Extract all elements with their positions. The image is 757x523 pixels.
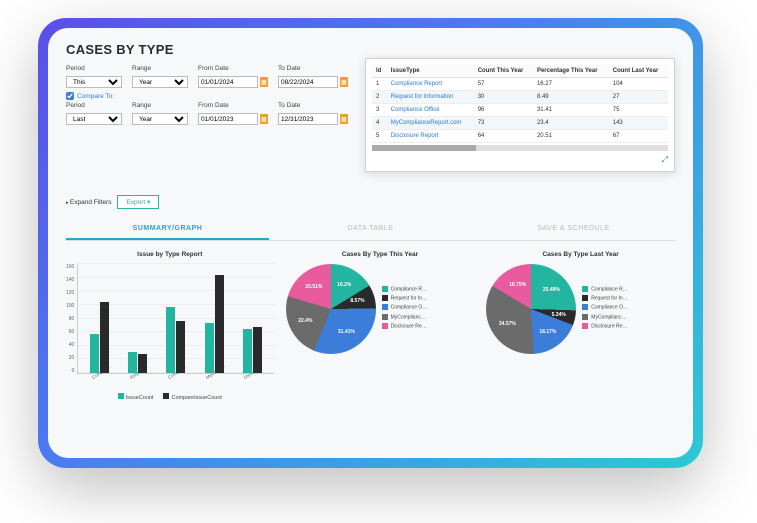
expand-filters-toggle[interactable]: Expand Filters (66, 199, 111, 206)
range2-label: Range (132, 102, 188, 109)
page-title: CASES BY TYPE (66, 42, 675, 57)
calendar-icon[interactable]: ▦ (260, 114, 268, 124)
pie-chart-this-year: 16.2%8.57%31.41%22.4%20.51% (286, 264, 376, 354)
period2-select[interactable]: Last (66, 113, 122, 125)
to1-label: To Date (278, 65, 348, 72)
from2-input[interactable] (198, 113, 258, 125)
to1-input[interactable] (278, 76, 338, 88)
compare-label: Compare To: (77, 93, 114, 100)
to2-label: To Date (278, 102, 348, 109)
th-last[interactable]: Count Last Year (609, 65, 668, 78)
bar-y-axis: 160140120100806040200 (66, 264, 77, 374)
th-type[interactable]: IssueType (387, 65, 474, 78)
th-pct[interactable]: Percentage This Year (533, 65, 609, 78)
pie1-legend: Compliance R… Request for In… Compliance… (382, 286, 428, 333)
table-row[interactable]: 3Compliance Office9631.4175 (372, 104, 668, 117)
tab-summary[interactable]: SUMMARY/GRAPH (66, 219, 269, 240)
from2-label: From Date (198, 102, 268, 109)
export-button[interactable]: Export ▾ (117, 195, 159, 209)
calendar-icon[interactable]: ▦ (340, 114, 348, 124)
tab-data-table[interactable]: DATA TABLE (269, 219, 472, 240)
from1-label: From Date (198, 65, 268, 72)
expand-table-icon[interactable]: ⤢ (372, 155, 668, 165)
table-row[interactable]: 2Request for Information308.4927 (372, 91, 668, 104)
period1-label: Period (66, 65, 122, 72)
calendar-icon[interactable]: ▦ (260, 77, 268, 87)
bar-chart-title: Issue by Type Report (66, 251, 274, 258)
range1-select[interactable]: Year (132, 76, 188, 88)
pie-chart-last-year: 25.49%5.34%18.17%34.57%16.75% (486, 264, 576, 354)
range1-label: Range (132, 65, 188, 72)
compare-checkbox[interactable] (66, 92, 74, 100)
table-row[interactable]: 1Compliance Report5716.27104 (372, 78, 668, 91)
tabs: SUMMARY/GRAPH DATA TABLE SAVE & SCHEDULE (66, 219, 675, 241)
pie1-title: Cases By Type This Year (286, 251, 475, 258)
period2-label: Period (66, 102, 122, 109)
th-count[interactable]: Count This Year (474, 65, 533, 78)
table-scrollbar[interactable] (372, 145, 668, 151)
tab-save-schedule[interactable]: SAVE & SCHEDULE (472, 219, 675, 240)
th-id[interactable]: Id (372, 65, 387, 78)
to2-input[interactable] (278, 113, 338, 125)
table-row[interactable]: 5Disclosure Report6420.5167 (372, 130, 668, 143)
issue-table: Id IssueType Count This Year Percentage … (372, 65, 668, 143)
range2-select[interactable]: Year (132, 113, 188, 125)
table-row[interactable]: 4MyComplianceReport.com7323.4143 (372, 117, 668, 130)
bar-x-axis: Complia…Request…Complia…MyCompl…Disclos… (84, 376, 274, 381)
pie2-title: Cases By Type Last Year (486, 251, 675, 258)
from1-input[interactable] (198, 76, 258, 88)
data-table-panel: Id IssueType Count This Year Percentage … (365, 58, 675, 172)
pie2-legend: Compliance R… Request for In… Compliance… (582, 286, 628, 333)
calendar-icon[interactable]: ▦ (340, 77, 348, 87)
period1-select[interactable]: This (66, 76, 122, 88)
bar-legend-1: IssueCount (118, 393, 154, 401)
bar-legend-2: CompareIssueCount (163, 393, 221, 401)
bar-chart (77, 264, 273, 374)
